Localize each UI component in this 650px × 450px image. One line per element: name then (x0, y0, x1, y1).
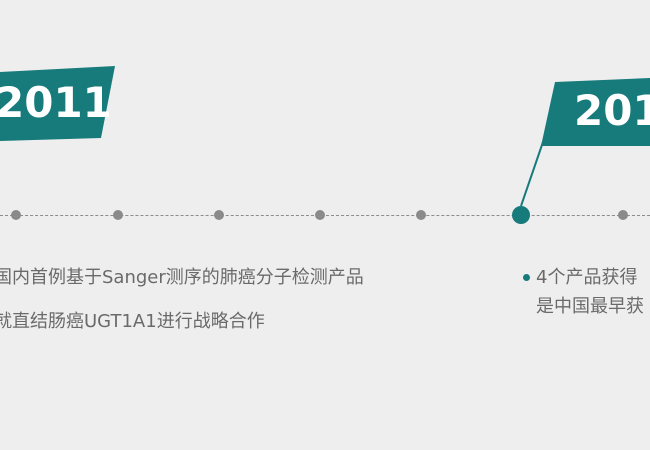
milestone-text: 就直结肠癌UGT1A1进行战略合作 (0, 311, 265, 332)
timeline-slide: 2011 201 国内首例基于Sanger测序的肺癌分子检测产品 就直结肠癌UG… (0, 0, 650, 450)
timeline-dot (618, 210, 628, 220)
timeline-dot (416, 210, 426, 220)
timeline-dot (11, 210, 21, 220)
year-label-2011: 2011 (0, 78, 112, 127)
bullet-icon (523, 274, 530, 281)
timeline-dot (214, 210, 224, 220)
timeline-dot (315, 210, 325, 220)
milestone-text: 4个产品获得 (536, 267, 638, 288)
year-label-next: 201 (574, 86, 650, 135)
timeline-dot (113, 210, 123, 220)
timeline-dot-active (512, 206, 530, 224)
timeline-axis (0, 215, 650, 216)
flags-layer (0, 66, 650, 207)
milestone-text: 国内首例基于Sanger测序的肺癌分子检测产品 (0, 267, 364, 288)
milestone-text: 是中国最早获 (536, 296, 644, 317)
right-flag-pole (520, 141, 544, 207)
